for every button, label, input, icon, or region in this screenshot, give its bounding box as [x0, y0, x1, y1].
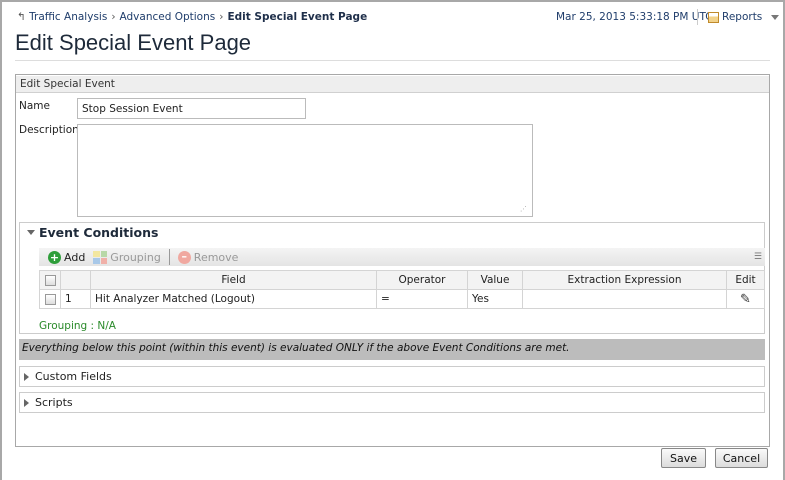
value-cell[interactable]: Yes	[467, 289, 523, 309]
grouping-icon	[93, 250, 108, 264]
operator-cell[interactable]: =	[376, 289, 468, 309]
save-button[interactable]: Save	[661, 448, 706, 468]
expand-icon	[24, 372, 29, 381]
reports-menu[interactable]: Reports	[708, 11, 780, 23]
column-menu-icon[interactable]: ☰	[754, 252, 762, 262]
table-header: Field Operator Value Extraction Expressi…	[39, 270, 765, 290]
row-checkbox-cell	[39, 289, 61, 309]
add-label: Add	[64, 250, 86, 264]
conditions-toolbar: + Add Grouping – Remove ☰	[39, 248, 765, 266]
breadcrumb: ↰ Traffic Analysis › Advanced Options › Edit…	[17, 11, 368, 23]
breadcrumb-advanced-options[interactable]: Advanced Options	[120, 11, 216, 23]
row-checkbox[interactable]	[44, 293, 56, 305]
event-conditions-title: Event Conditions	[39, 225, 159, 240]
table-row: 1 Hit Analyzer Matched (Logout) = Yes ✎	[39, 289, 765, 309]
back-icon[interactable]: ↰	[17, 11, 26, 23]
reports-label: Reports	[722, 11, 763, 23]
conditions-notice: Everything below this point (within this…	[19, 339, 765, 360]
collapse-icon	[27, 230, 35, 235]
add-button[interactable]: + Add	[39, 250, 89, 264]
grouping-status: Grouping : N/A	[39, 320, 116, 332]
row-number-header	[60, 270, 91, 290]
field-header[interactable]: Field	[90, 270, 377, 290]
divider	[15, 60, 770, 61]
extraction-header[interactable]: Extraction Expression	[522, 270, 727, 290]
value-header[interactable]: Value	[467, 270, 523, 290]
select-all-cell	[39, 270, 61, 290]
datetime: Mar 25, 2013 5:33:18 PM UTC	[556, 11, 713, 23]
conditions-table: Field Operator Value Extraction Expressi…	[39, 270, 765, 309]
panel-title: Edit Special Event	[16, 76, 769, 93]
chevron-down-icon	[771, 14, 780, 20]
row-number: 1	[60, 289, 91, 309]
remove-button[interactable]: – Remove	[174, 250, 243, 264]
scripts-section[interactable]: Scripts	[19, 392, 765, 413]
remove-label: Remove	[193, 250, 239, 264]
name-label: Name	[19, 100, 50, 112]
edit-cell: ✎	[726, 289, 765, 309]
expand-icon	[24, 398, 29, 407]
custom-fields-title: Custom Fields	[35, 370, 112, 383]
operator-header[interactable]: Operator	[376, 270, 468, 290]
remove-icon: –	[177, 250, 191, 264]
add-icon: +	[48, 250, 61, 264]
name-input[interactable]	[77, 98, 306, 119]
toolbar-separator	[168, 249, 170, 265]
description-label: Description	[19, 124, 79, 136]
scripts-title: Scripts	[35, 396, 73, 409]
description-textarea[interactable]	[77, 124, 533, 217]
cancel-button[interactable]: Cancel	[715, 448, 768, 468]
field-cell[interactable]: Hit Analyzer Matched (Logout)	[90, 289, 377, 309]
grouping-button[interactable]: Grouping	[89, 250, 165, 264]
grouping-label: Grouping	[110, 250, 161, 264]
select-all-checkbox[interactable]	[44, 274, 56, 286]
event-conditions-toggle[interactable]: Event Conditions	[27, 225, 158, 240]
report-icon	[708, 11, 719, 23]
edit-header: Edit	[726, 270, 765, 290]
page-title: Edit Special Event Page	[15, 30, 252, 55]
edit-icon[interactable]: ✎	[740, 292, 751, 307]
extraction-cell[interactable]	[522, 289, 727, 309]
custom-fields-section[interactable]: Custom Fields	[19, 366, 765, 387]
breadcrumb-current: Edit Special Event Page	[227, 11, 368, 23]
breadcrumb-traffic-analysis[interactable]: Traffic Analysis	[29, 11, 107, 23]
divider	[697, 9, 698, 25]
